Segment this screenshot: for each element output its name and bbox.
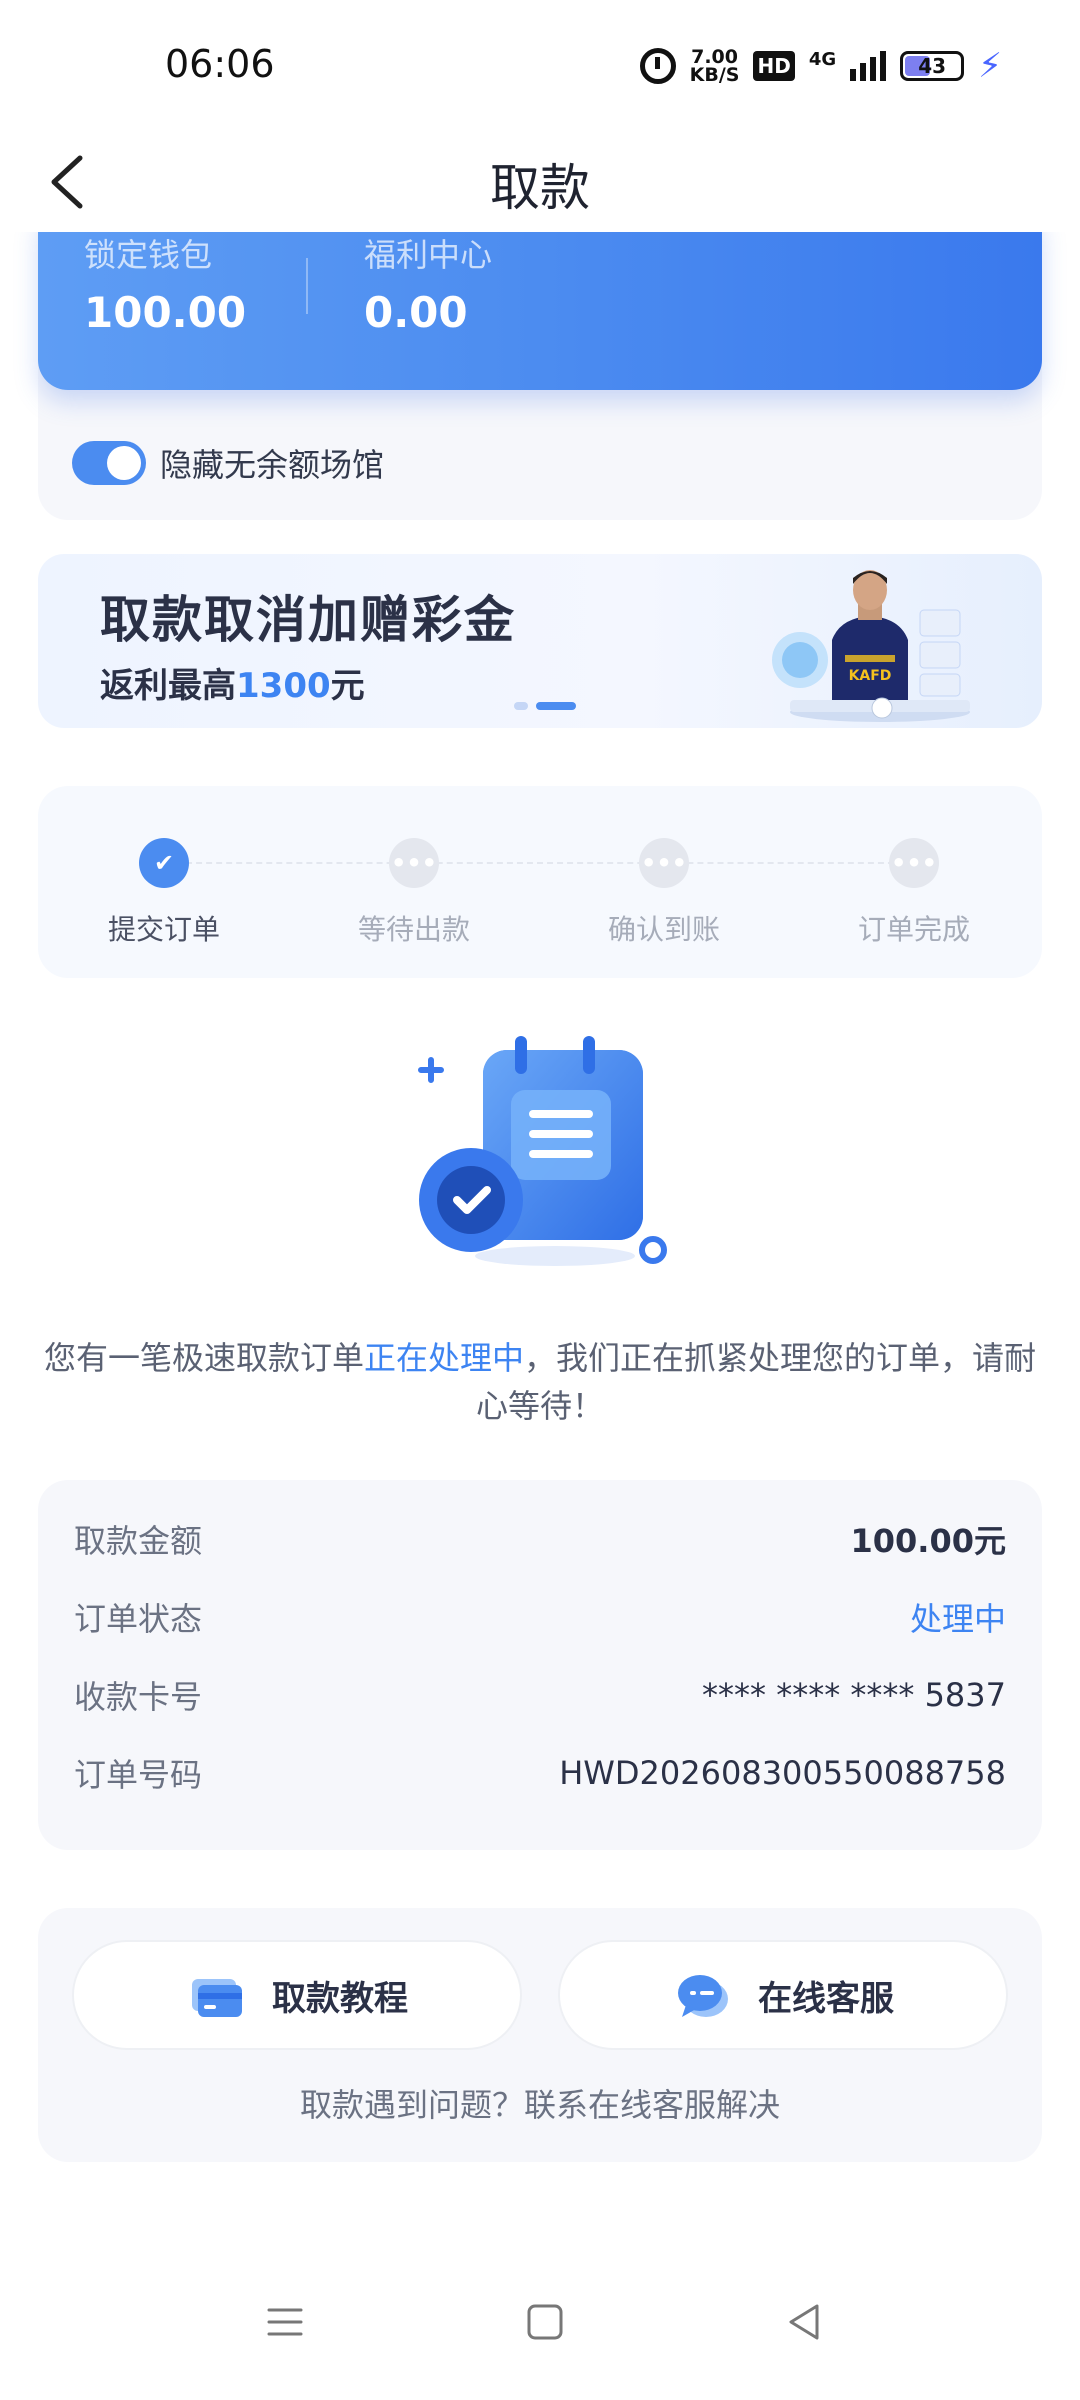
network-type: 4G [808,48,837,70]
banner-dot[interactable] [514,702,528,710]
receiving-card-number: **** **** **** 5837 [702,1676,1006,1714]
detail-row-amount: 取款金额 100.00元 [74,1514,1006,1564]
processing-notice: 您有一笔极速取款订单正在处理中，我们正在抓紧处理您的订单，请耐心等待！ [30,1334,1050,1430]
system-navigation-bar [0,2250,1080,2400]
order-number[interactable]: HWD2026083005500887​58 [559,1754,1006,1792]
detail-label: 订单状态 [74,1600,203,1638]
order-progress-steps: ✔ 提交订单 ••• 等待出款 ••• 确认到账 ••• 订单完成 [38,786,1042,978]
more-dots-icon: ••• [389,838,439,888]
more-dots-icon: ••• [889,838,939,888]
step-order-complete: ••• 订单完成 [834,838,994,948]
hide-empty-venues-label: 隐藏无余额场馆 [160,446,385,484]
back-triangle-icon[interactable] [775,2292,835,2352]
banner-dot-active[interactable] [536,702,576,710]
charging-icon: ⚡ [978,46,1002,86]
wallet-locked[interactable]: 锁定钱包 100.00 [84,230,246,337]
step-awaiting-payout: ••• 等待出款 [334,838,494,948]
app-header: 取款 [0,130,1080,232]
help-card: 取款教程 在线客服 取款遇到问题？联系在线客服解决 [38,1908,1042,2162]
detail-label: 订单号码 [74,1756,203,1794]
help-footer-text: 取款遇到问题？联系在线客服解决 [299,2086,780,2124]
tutorial-button[interactable]: 取款教程 [72,1940,522,2050]
page-title: 取款 [490,159,590,217]
detail-row-status: 订单状态 处理中 [74,1592,1006,1642]
speed-unit: KB/S [689,64,740,86]
order-details-card: 取款金额 100.00元 订单状态 处理中 收款卡号 **** **** ***… [38,1480,1042,1850]
step-connector [166,862,914,864]
notice-status-highlight: 正在处理中 [363,1339,524,1377]
more-dots-icon: ••• [639,838,689,888]
customer-service-label: 在线客服 [758,1978,894,2019]
alarm-icon [639,48,676,84]
step-label: 等待出款 [357,913,470,946]
step-confirm-receipt: ••• 确认到账 [584,838,744,948]
banner-subtitle-prefix: 返利最高 [100,666,236,706]
wallet-value: 100.00 [84,288,247,337]
chat-bubble-icon [678,1975,728,2017]
wallet-divider [306,258,308,314]
banner-pagination [514,702,576,710]
jersey-text: KAFD [849,668,892,684]
customer-service-button[interactable]: 在线客服 [558,1940,1008,2050]
step-label: 提交订单 [107,913,220,946]
step-label: 确认到账 [607,913,720,946]
wallet-value: 0.00 [364,288,468,337]
detail-label: 取款金额 [74,1522,203,1560]
withdrawal-amount: 100.00元 [850,1522,1007,1560]
order-processing-illustration [418,1036,667,1266]
banner-subtitle-amount: 1300 [236,666,331,706]
order-status: 处理中 [909,1600,1006,1638]
wallet-label: 锁定钱包 [84,236,213,274]
detail-row-card: 收款卡号 **** **** **** 5837 [74,1670,1006,1720]
hide-empty-venues-toggle[interactable] [72,441,146,485]
hide-empty-venues-row: 隐藏无余额场馆 [72,440,384,486]
notice-text: 您有一笔极速取款订单 [43,1339,364,1377]
step-submit-order: ✔ 提交订单 [84,838,244,948]
hd-icon: HD [753,51,795,81]
menu-icon[interactable] [255,2292,315,2352]
banner-title: 取款取消加赠彩金 [100,591,516,649]
banner-subtitle-suffix: 元 [330,666,365,706]
home-square-icon[interactable] [515,2292,575,2352]
detail-row-order-number: 订单号码 HWD2026083005500887​58 [74,1748,1006,1798]
football-player-image: KAFD [772,570,970,722]
detail-label: 收款卡号 [74,1678,203,1716]
signal-icon [850,51,887,81]
wallet-label: 福利中心 [364,236,493,274]
promo-banner[interactable]: 取款取消加赠彩金 返利最高1300元 KAFD [38,554,1042,728]
status-time: 06:06 [165,42,275,86]
battery-icon: 43 [900,51,965,81]
status-bar: 06:06 7.00 KB/S HD 4G 43 ⚡ [0,0,1080,130]
step-label: 订单完成 [857,913,970,946]
tutorial-label: 取款教程 [272,1978,408,2019]
status-icons: 7.00 KB/S HD 4G 43 ⚡ [639,46,1002,86]
network-speed: 7.00 KB/S [689,48,740,86]
banner-subtitle: 返利最高1300元 [100,658,365,707]
notice-text: ，我们正在抓紧处理您的订单，请耐心等待！ [475,1339,1037,1425]
battery-level: 43 [918,54,947,78]
check-icon: ✔ [139,838,189,888]
wallet-welfare[interactable]: 福利中心 0.00 [364,230,492,337]
card-icon [192,1979,242,2017]
